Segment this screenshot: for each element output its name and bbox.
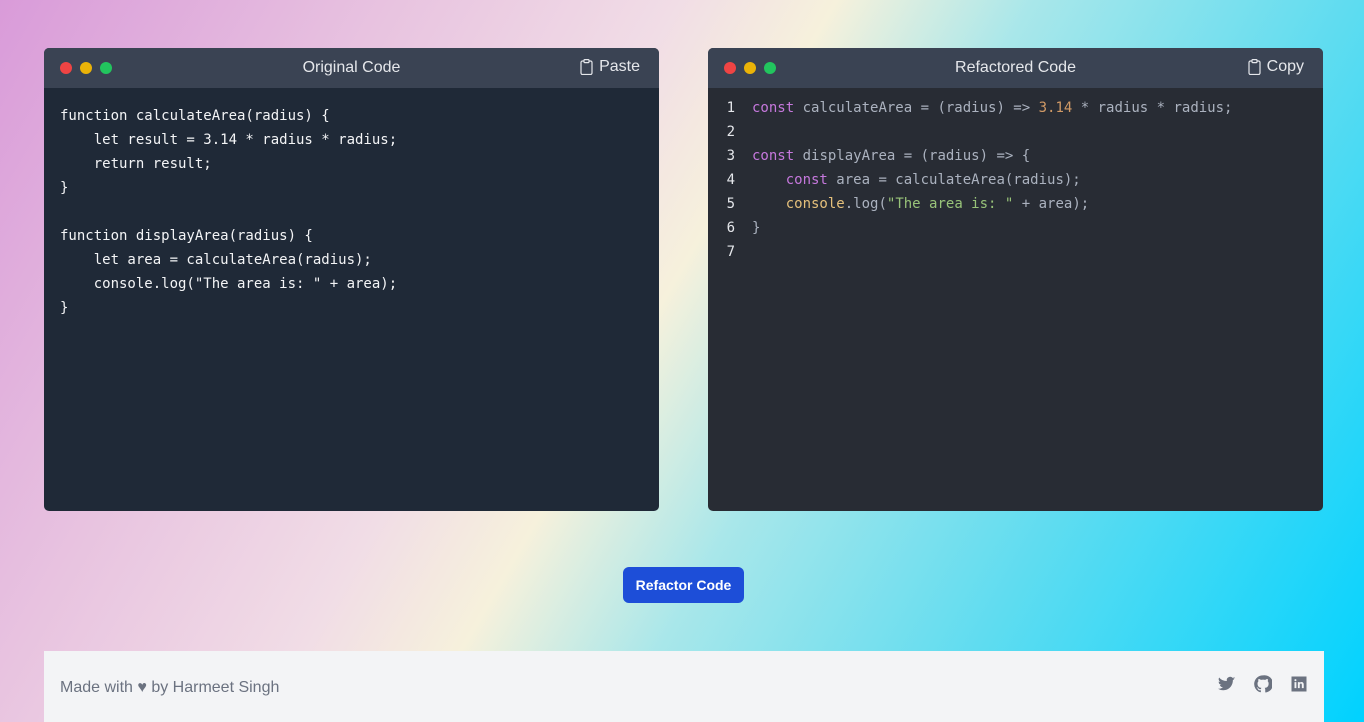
minimize-dot-icon xyxy=(744,62,756,74)
linkedin-icon[interactable] xyxy=(1290,675,1308,693)
code-line: 2 xyxy=(708,120,1323,144)
refactor-code-button[interactable]: Refactor Code xyxy=(623,567,744,603)
made-by-text: Made with ♥ by Harmeet Singh xyxy=(60,679,280,696)
code-line: 7 xyxy=(708,240,1323,264)
code-token: .log( xyxy=(844,196,887,212)
code-token: const xyxy=(752,100,795,116)
minimize-dot-icon xyxy=(80,62,92,74)
code-token: console xyxy=(785,196,845,212)
footer: Made with ♥ by Harmeet Singh xyxy=(44,651,1324,722)
line-number: 2 xyxy=(726,124,735,140)
original-code-editor[interactable]: function calculateArea(radius) { let res… xyxy=(44,88,659,336)
code-line: 4 const area = calculateArea(radius); xyxy=(708,168,1323,192)
github-icon[interactable] xyxy=(1254,675,1272,693)
code-token: * radius * radius; xyxy=(1072,100,1233,116)
code-token: } xyxy=(752,220,761,236)
code-text: console.log("The area is: " + area); xyxy=(752,192,1089,216)
line-number: 1 xyxy=(726,100,735,116)
code-token: area = calculateArea(radius); xyxy=(827,172,1081,188)
copy-button[interactable]: Copy xyxy=(1248,58,1304,76)
refactored-code-panel: Refactored Code Copy 1 const calculateAre… xyxy=(708,48,1323,511)
close-dot-icon xyxy=(724,62,736,74)
code-token: "The area is: " xyxy=(886,196,1014,212)
code-line: 3 const displayArea = (radius) => { xyxy=(708,144,1323,168)
code-token: 3.14 xyxy=(1038,100,1073,116)
line-number: 3 xyxy=(726,148,735,164)
original-title: Original Code xyxy=(302,59,401,76)
code-text: const area = calculateArea(radius); xyxy=(752,168,1081,192)
refactored-title: Refactored Code xyxy=(955,59,1076,76)
paste-label: Paste xyxy=(599,58,640,75)
paste-button[interactable]: Paste xyxy=(580,58,640,76)
code-token: calculateArea = (radius) => xyxy=(794,100,1039,116)
code-token: const xyxy=(785,172,828,188)
original-code-panel: Original Code Paste function calculateAr… xyxy=(44,48,659,511)
line-number: 5 xyxy=(726,196,735,212)
code-text: const calculateArea = (radius) => 3.14 *… xyxy=(752,96,1232,120)
window-controls xyxy=(724,62,776,74)
line-number: 6 xyxy=(726,220,735,236)
code-text: const displayArea = (radius) => { xyxy=(752,144,1030,168)
close-dot-icon xyxy=(60,62,72,74)
code-line: 5 console.log("The area is: " + area); xyxy=(708,192,1323,216)
social-links xyxy=(1218,675,1308,693)
line-number: 4 xyxy=(726,172,735,188)
clipboard-icon xyxy=(1248,59,1261,75)
code-line: 6} xyxy=(708,216,1323,240)
line-number: 7 xyxy=(726,244,735,260)
clipboard-icon xyxy=(580,59,593,75)
maximize-dot-icon xyxy=(764,62,776,74)
code-line: 1 const calculateArea = (radius) => 3.14 … xyxy=(708,96,1323,120)
maximize-dot-icon xyxy=(100,62,112,74)
refactored-titlebar: Refactored Code Copy xyxy=(708,48,1323,88)
code-token: + area); xyxy=(1013,196,1090,212)
copy-label: Copy xyxy=(1266,58,1304,75)
code-token: const xyxy=(752,148,795,164)
window-controls xyxy=(60,62,112,74)
original-titlebar: Original Code Paste xyxy=(44,48,659,88)
code-token: displayArea = (radius) => { xyxy=(794,148,1031,164)
code-text: } xyxy=(752,216,760,240)
refactored-code-view: 1 const calculateArea = (radius) => 3.14 … xyxy=(708,88,1323,264)
twitter-icon[interactable] xyxy=(1218,675,1236,693)
